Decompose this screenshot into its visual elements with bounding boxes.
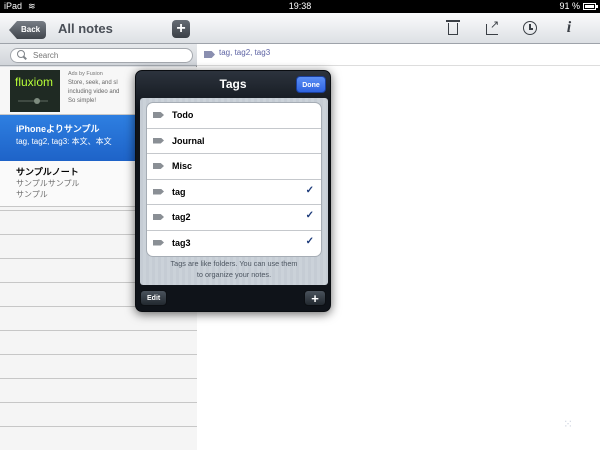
search-input[interactable] bbox=[31, 50, 181, 61]
note-title: サンプルノート bbox=[16, 167, 79, 177]
ad-line: So simple! bbox=[68, 98, 97, 104]
ad-logo: fluxiom bbox=[10, 70, 60, 112]
add-tag-button[interactable]: + bbox=[304, 290, 326, 306]
tags-container: Todo Journal Misc tag ✓ tag2 ✓ tag3 ✓ Ta… bbox=[140, 98, 328, 285]
tag-icon bbox=[153, 112, 164, 118]
tag-row-misc[interactable]: Misc bbox=[147, 154, 321, 180]
info-icon[interactable]: i bbox=[561, 19, 577, 37]
tag-name: tag bbox=[172, 186, 186, 197]
ad-logo-text: fluxiom bbox=[15, 75, 54, 89]
ad-text: Ads by Fusion Store, seek, and sl includ… bbox=[68, 70, 119, 106]
note-title: iPhoneよりサンプル bbox=[16, 124, 100, 134]
ad-by: Ads by Fusion bbox=[68, 71, 103, 77]
resize-icon[interactable]: ⁙ bbox=[563, 418, 575, 430]
sidebar-navbar: Back All notes + bbox=[0, 13, 197, 44]
checkmark-icon: ✓ bbox=[305, 184, 314, 196]
tag-row-journal[interactable]: Journal bbox=[147, 129, 321, 154]
share-icon[interactable] bbox=[484, 16, 500, 37]
note-tags-bar[interactable]: tag, tag2, tag3 bbox=[197, 45, 600, 66]
tag-icon bbox=[153, 239, 164, 246]
hint-line: Tags are like folders. You can use them bbox=[170, 259, 298, 268]
ad-line: including video and bbox=[68, 89, 120, 95]
done-button[interactable]: Done bbox=[296, 76, 326, 93]
checkmark-icon: ✓ bbox=[305, 210, 314, 221]
back-button[interactable]: Back bbox=[9, 21, 47, 39]
search-bar bbox=[0, 44, 197, 66]
note-preview: tag, tag2, tag3: 本文、本文 bbox=[16, 137, 112, 146]
search-field[interactable] bbox=[10, 48, 193, 63]
edit-tags-button[interactable]: Edit bbox=[140, 290, 168, 306]
battery-percent: 91 % bbox=[559, 1, 580, 11]
search-icon bbox=[17, 50, 26, 59]
tag-icon bbox=[204, 51, 215, 58]
note-preview: サンプル bbox=[16, 190, 48, 199]
tag-name: tag3 bbox=[172, 237, 191, 248]
sidebar-title: All notes bbox=[58, 21, 113, 36]
battery-icon bbox=[583, 3, 598, 10]
tag-name: tag2 bbox=[172, 212, 191, 222]
tag-icon bbox=[153, 188, 164, 195]
status-bar: iPad ≋ 19:38 91 % bbox=[0, 0, 600, 13]
tags-popover: Tags Done Todo Journal Misc tag ✓ tag2 ✓… bbox=[135, 70, 331, 312]
tag-name: Journal bbox=[172, 135, 205, 146]
clock-icon[interactable] bbox=[522, 19, 538, 37]
tag-row-tag2[interactable]: tag2 ✓ bbox=[147, 205, 321, 231]
hint-line: to organize your notes. bbox=[196, 270, 272, 279]
popover-toolbar: Edit + bbox=[136, 285, 330, 311]
detail-toolbar: i bbox=[197, 13, 600, 44]
add-note-button[interactable]: + bbox=[172, 20, 190, 38]
tag-row-todo[interactable]: Todo bbox=[147, 103, 321, 129]
note-tags-text: tag, tag2, tag3 bbox=[219, 48, 271, 57]
tag-icon bbox=[153, 163, 164, 169]
note-preview: サンプルサンプル bbox=[16, 179, 80, 188]
tags-hint: Tags are like folders. You can use them … bbox=[146, 258, 322, 280]
tags-list: Todo Journal Misc tag ✓ tag2 ✓ tag3 ✓ bbox=[146, 102, 322, 257]
tag-row-tag3[interactable]: tag3 ✓ bbox=[147, 231, 321, 257]
tag-row-tag[interactable]: tag ✓ bbox=[147, 180, 321, 205]
tag-icon bbox=[153, 214, 164, 220]
status-time: 19:38 bbox=[288, 1, 312, 11]
tag-name: Misc bbox=[172, 161, 193, 171]
trash-icon[interactable] bbox=[445, 19, 461, 37]
checkmark-icon: ✓ bbox=[305, 235, 314, 247]
tag-icon bbox=[153, 137, 164, 144]
tag-name: Todo bbox=[172, 110, 194, 120]
ad-line: Store, seek, and sl bbox=[68, 80, 118, 86]
